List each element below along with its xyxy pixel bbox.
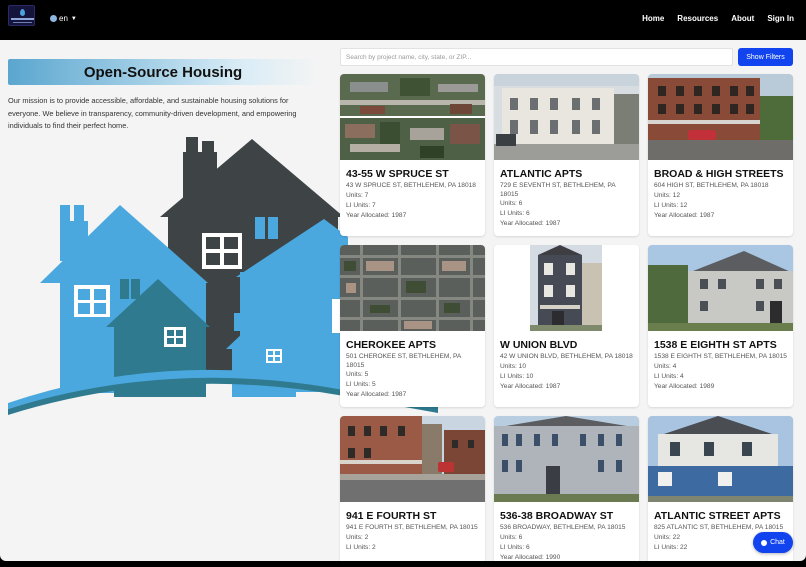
listing-li-units: LI Units: 4 bbox=[654, 372, 684, 380]
listing-li-units: LI Units: 7 bbox=[346, 201, 376, 209]
language-selector[interactable]: en ▼ bbox=[50, 14, 77, 23]
listing-photo bbox=[494, 245, 639, 331]
listing-card[interactable]: 1538 E EIGHTH ST APTS 1538 E EIGHTH ST, … bbox=[648, 245, 793, 407]
listing-card[interactable]: 43-55 W SPRUCE ST 43 W SPRUCE ST, BETHLE… bbox=[340, 74, 485, 236]
language-code: en bbox=[59, 14, 68, 23]
listing-address: 729 E SEVENTH ST, BETHLEHEM, PA 18015 bbox=[500, 182, 616, 198]
listing-li-units: LI Units: 10 bbox=[500, 372, 534, 380]
listing-units: Units: 12 bbox=[654, 191, 681, 199]
listing-name: 941 E FOURTH ST bbox=[346, 510, 437, 522]
listing-details: W UNION BLVD 42 W UNION BLVD, BETHLEHEM,… bbox=[500, 339, 634, 392]
listing-name: 536-38 BROADWAY ST bbox=[500, 510, 614, 522]
listing-address: 501 CHEROKEE ST, BETHLEHEM, PA 18015 bbox=[346, 353, 461, 369]
listing-units: Units: 6 bbox=[500, 533, 523, 541]
listing-photo bbox=[494, 74, 639, 160]
chat-bubble-icon bbox=[761, 539, 768, 546]
listing-address: 604 HIGH ST, BETHLEHEM, PA 18018 bbox=[654, 182, 769, 189]
listing-details: BROAD & HIGH STREETS 604 HIGH ST, BETHLE… bbox=[654, 168, 788, 221]
listing-photo bbox=[648, 416, 793, 502]
mission-statement: Our mission is to provide accessible, af… bbox=[8, 96, 297, 130]
listing-address: 42 W UNION BLVD, BETHLEHEM, PA 18018 bbox=[500, 353, 633, 360]
listing-address: 941 E FOURTH ST, BETHLEHEM, PA 18015 bbox=[346, 524, 478, 531]
listing-year: Year Allocated: 1987 bbox=[500, 382, 561, 390]
listing-units: Units: 5 bbox=[346, 371, 369, 378]
listing-name: 1538 E EIGHTH ST APTS bbox=[654, 339, 777, 351]
show-filters-button[interactable]: Show Filters bbox=[738, 48, 793, 66]
listing-units: Units: 10 bbox=[500, 362, 527, 370]
listing-details: CHEROKEE APTS 501 CHEROKEE ST, BETHLEHEM… bbox=[346, 339, 480, 400]
listing-name: BROAD & HIGH STREETS bbox=[654, 168, 784, 180]
listing-details: 941 E FOURTH ST 941 E FOURTH ST, BETHLEH… bbox=[346, 510, 480, 553]
listing-card[interactable]: 536-38 BROADWAY ST 536 BROADWAY, BETHLEH… bbox=[494, 416, 639, 561]
globe-icon bbox=[50, 15, 57, 22]
listing-photo bbox=[340, 416, 485, 502]
listing-units: Units: 4 bbox=[654, 362, 677, 370]
nav-home[interactable]: Home bbox=[642, 14, 664, 23]
listing-name: W UNION BLVD bbox=[500, 339, 578, 351]
listing-photo bbox=[340, 245, 485, 331]
hero-title-banner: Open-Source Housing bbox=[8, 59, 318, 85]
listing-li-units: LI Units: 12 bbox=[654, 201, 688, 209]
listing-li-units: LI Units: 2 bbox=[346, 543, 376, 551]
chat-button[interactable]: Chat bbox=[753, 532, 793, 553]
listing-details: 536-38 BROADWAY ST 536 BROADWAY, BETHLEH… bbox=[500, 510, 634, 561]
listing-name: 43-55 W SPRUCE ST bbox=[346, 168, 449, 180]
listing-year: Year Allocated: 1989 bbox=[654, 382, 715, 390]
listing-name: ATLANTIC STREET APTS bbox=[654, 510, 781, 522]
top-bar: en ▼ Home Resources About Sign In bbox=[0, 0, 806, 40]
listing-year: Year Allocated: 1987 bbox=[500, 220, 561, 227]
listing-photo bbox=[340, 74, 485, 160]
search-input[interactable] bbox=[340, 48, 733, 66]
listing-details: ATLANTIC APTS 729 E SEVENTH ST, BETHLEHE… bbox=[500, 168, 634, 229]
listing-units: Units: 6 bbox=[500, 200, 523, 207]
listing-photo bbox=[494, 416, 639, 502]
listing-li-units: LI Units: 5 bbox=[346, 381, 376, 388]
listing-card[interactable]: CHEROKEE APTS 501 CHEROKEE ST, BETHLEHEM… bbox=[340, 245, 485, 407]
listing-year: Year Allocated: 1990 bbox=[500, 553, 561, 561]
nav-resources[interactable]: Resources bbox=[677, 14, 718, 23]
listing-card[interactable]: W UNION BLVD 42 W UNION BLVD, BETHLEHEM,… bbox=[494, 245, 639, 407]
listing-card[interactable]: ATLANTIC APTS 729 E SEVENTH ST, BETHLEHE… bbox=[494, 74, 639, 236]
logo-drop-icon bbox=[20, 9, 25, 16]
nav-sign-in[interactable]: Sign In bbox=[767, 14, 794, 23]
listing-photo bbox=[648, 74, 793, 160]
listing-details: 1538 E EIGHTH ST APTS 1538 E EIGHTH ST, … bbox=[654, 339, 788, 392]
listing-address: 536 BROADWAY, BETHLEHEM, PA 18015 bbox=[500, 524, 626, 531]
chat-label: Chat bbox=[770, 539, 785, 546]
listing-photo bbox=[648, 245, 793, 331]
listing-name: ATLANTIC APTS bbox=[500, 168, 583, 180]
listing-li-units: LI Units: 6 bbox=[500, 210, 530, 217]
listing-address: 1538 E EIGHTH ST, BETHLEHEM, PA 18015 bbox=[654, 353, 787, 360]
listing-units: Units: 7 bbox=[346, 191, 369, 199]
main-content: Open-Source Housing Our mission is to pr… bbox=[0, 40, 806, 561]
listing-details: 43-55 W SPRUCE ST 43 W SPRUCE ST, BETHLE… bbox=[346, 168, 480, 221]
listing-li-units: LI Units: 6 bbox=[500, 543, 530, 551]
logo-wordmark-line bbox=[11, 18, 34, 20]
listing-year: Year Allocated: 1987 bbox=[346, 211, 407, 219]
listing-address: 43 W SPRUCE ST, BETHLEHEM, PA 18018 bbox=[346, 182, 476, 189]
listing-year: Year Allocated: 1987 bbox=[346, 391, 407, 398]
main-nav: Home Resources About Sign In bbox=[642, 14, 794, 23]
listing-units: Units: 2 bbox=[346, 533, 369, 541]
logo[interactable] bbox=[8, 5, 35, 26]
nav-about[interactable]: About bbox=[731, 14, 754, 23]
listing-card[interactable]: BROAD & HIGH STREETS 604 HIGH ST, BETHLE… bbox=[648, 74, 793, 236]
page-title: Open-Source Housing bbox=[83, 63, 243, 81]
logo-wordmark-line bbox=[13, 22, 32, 23]
chevron-down-icon: ▼ bbox=[70, 15, 77, 22]
listing-card[interactable]: 941 E FOURTH ST 941 E FOURTH ST, BETHLEH… bbox=[340, 416, 485, 561]
listing-name: CHEROKEE APTS bbox=[346, 339, 437, 351]
listing-year: Year Allocated: 1987 bbox=[654, 211, 715, 219]
